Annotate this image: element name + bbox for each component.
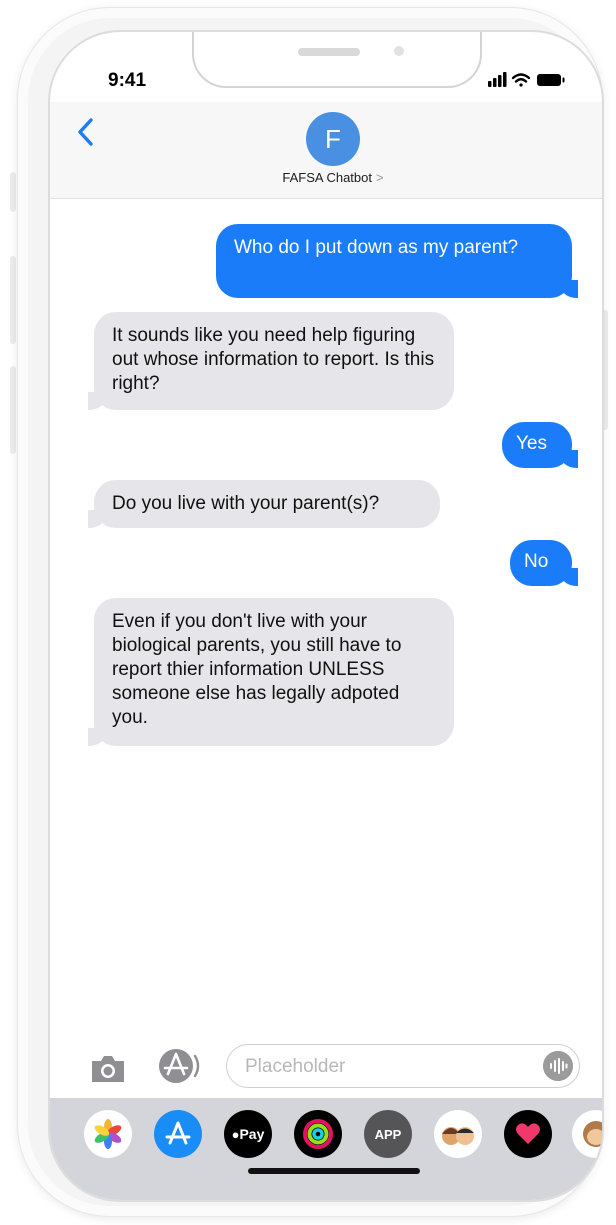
message-outgoing[interactable]: Who do I put down as my parent? — [216, 224, 578, 298]
message-input[interactable] — [243, 1053, 527, 1081]
phone-screen: 9:41 F FAFSA Chatbot > Who do I put down… — [50, 32, 602, 1200]
photos-app-icon[interactable] — [84, 1110, 132, 1158]
apple-pay-app-icon[interactable]: ● Pay — [224, 1110, 272, 1158]
message-outgoing[interactable]: No — [510, 540, 578, 586]
contact-avatar[interactable]: F — [306, 112, 360, 166]
app-drawer: ● Pay APP — [50, 1098, 602, 1200]
generic-app-icon[interactable]: APP — [364, 1110, 412, 1158]
status-icons — [488, 72, 565, 87]
home-indicator[interactable] — [248, 1168, 420, 1174]
page: 9:41 F FAFSA Chatbot > Who do I put down… — [0, 0, 616, 1225]
apple-pay-label: Pay — [239, 1126, 265, 1142]
message-incoming[interactable]: It sounds like you need help figuring ou… — [88, 312, 454, 410]
message-input-field[interactable] — [226, 1044, 580, 1088]
back-chevron-icon[interactable] — [74, 116, 98, 148]
message-incoming[interactable]: Do you live with your parent(s)? — [88, 480, 440, 528]
memoji-faces-icon — [442, 1127, 474, 1145]
side-button-power — [602, 310, 608, 430]
wifi-icon — [511, 73, 531, 87]
heart-icon — [516, 1123, 540, 1144]
app-store-app-icon[interactable] — [154, 1110, 202, 1158]
notch — [192, 32, 482, 88]
app-store-icon[interactable] — [156, 1046, 202, 1086]
animoji-app-icon[interactable] — [572, 1110, 602, 1158]
digital-touch-app-icon[interactable] — [504, 1110, 552, 1158]
app-label: APP — [374, 1126, 402, 1142]
battery-icon — [537, 74, 565, 86]
conversation-header: F FAFSA Chatbot > — [50, 102, 602, 199]
side-button-silent — [10, 172, 16, 212]
message-incoming[interactable]: Even if you don't live with your biologi… — [88, 598, 454, 746]
monkey-icon — [583, 1121, 602, 1147]
speaker-grille — [298, 48, 360, 56]
phone-frame: 9:41 F FAFSA Chatbot > Who do I put down… — [18, 8, 602, 1216]
side-button-volume-down — [10, 366, 16, 454]
memoji-app-icon[interactable] — [434, 1110, 482, 1158]
app-store-a-icon — [165, 1121, 191, 1145]
camera-icon[interactable] — [88, 1052, 128, 1086]
front-camera — [394, 46, 404, 56]
status-time: 9:41 — [108, 70, 147, 91]
contact-name-button[interactable]: FAFSA Chatbot > — [226, 170, 440, 185]
contact-chevron: > — [376, 170, 384, 185]
activity-app-icon[interactable] — [294, 1110, 342, 1158]
audio-waveform-icon[interactable] — [543, 1051, 573, 1081]
message-outgoing[interactable]: Yes — [502, 422, 578, 468]
photos-flower-icon — [94, 1119, 122, 1149]
side-button-volume-up — [10, 256, 16, 344]
contact-name: FAFSA Chatbot — [282, 170, 372, 185]
signal-icon — [488, 72, 507, 87]
apple-logo-icon: ● — [231, 1126, 240, 1142]
activity-rings-icon — [303, 1119, 333, 1149]
